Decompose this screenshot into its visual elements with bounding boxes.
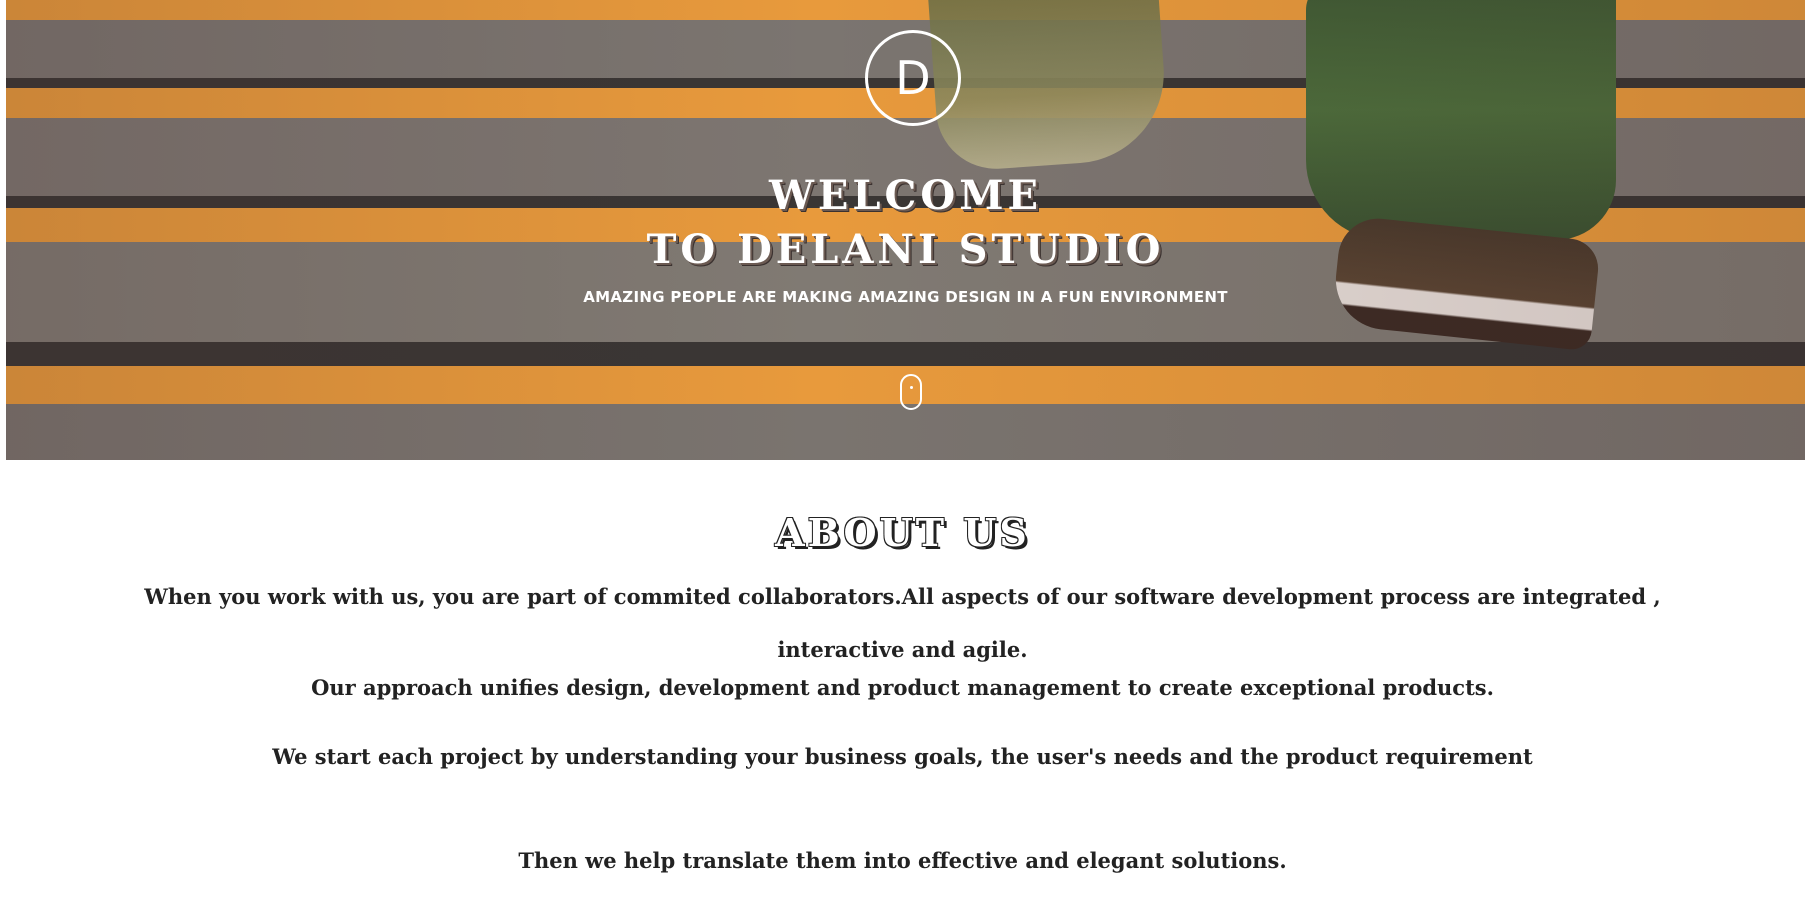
logo[interactable]: D [865, 30, 961, 126]
about-paragraph-4: Then we help translate them into effecti… [518, 848, 1287, 873]
about-paragraph-3: We start each project by understanding y… [272, 744, 1533, 769]
hero-title-line2: TO DELANI STUDIO [646, 226, 1165, 273]
about-heading: ABOUT US [775, 510, 1030, 555]
mouse-scroll-icon[interactable] [900, 374, 922, 410]
about-paragraph-1: When you work with us, you are part of c… [144, 584, 1661, 662]
hero-title-line1: WELCOME [769, 172, 1042, 219]
hero-section: D WELCOME TO DELANI STUDIO AMAZING PEOPL… [6, 0, 1805, 460]
about-paragraph-2: Our approach unifies design, development… [311, 675, 1494, 700]
hero-subtitle: AMAZING PEOPLE ARE MAKING AMAZING DESIGN… [583, 288, 1228, 306]
